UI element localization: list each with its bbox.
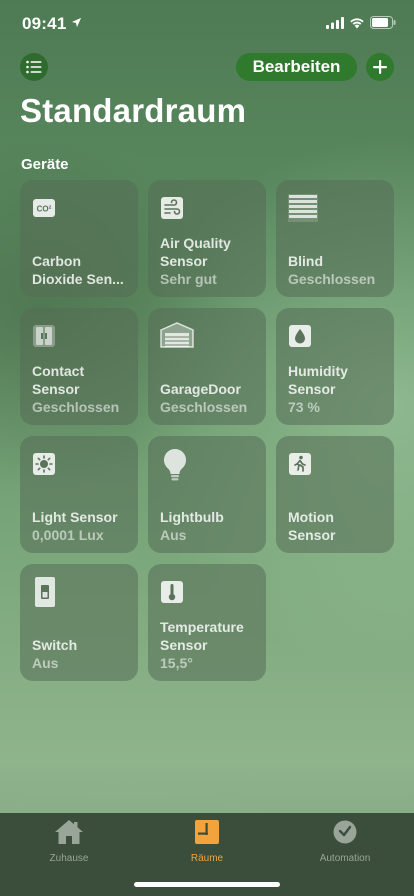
house-icon bbox=[55, 820, 83, 844]
device-tile-blind[interactable]: Blind Geschlossen bbox=[276, 180, 394, 297]
contact-sensor-icon bbox=[33, 325, 55, 347]
status-time: 09:41 bbox=[22, 14, 67, 33]
device-status: Sehr gut bbox=[160, 271, 217, 287]
tab-label: Räume bbox=[190, 853, 224, 864]
device-name: Temperature Sensor bbox=[160, 619, 244, 653]
air-quality-icon bbox=[161, 197, 183, 219]
light-sensor-icon bbox=[33, 453, 55, 475]
edit-button[interactable]: Bearbeiten bbox=[236, 53, 357, 81]
tab-home[interactable]: Zuhause bbox=[14, 819, 124, 864]
device-tile-contact-sensor[interactable]: Contact Sensor Geschlossen bbox=[20, 308, 138, 425]
device-status: Aus bbox=[32, 655, 59, 671]
tab-label: Zuhause bbox=[49, 853, 89, 864]
wifi-icon bbox=[350, 18, 364, 29]
device-name: Carbon Dioxide Sen... bbox=[32, 253, 124, 287]
device-status: Geschlossen bbox=[32, 399, 120, 415]
device-status: Geschlossen bbox=[288, 271, 376, 287]
switch-icon bbox=[35, 577, 55, 607]
status-bar: 09:41 bbox=[0, 0, 414, 48]
garage-door-icon bbox=[160, 322, 194, 348]
device-tile-motion-sensor[interactable]: Motion Sensor bbox=[276, 436, 394, 553]
lightbulb-icon bbox=[163, 449, 187, 481]
device-name: Air Quality Sensor bbox=[160, 235, 231, 269]
humidity-icon bbox=[289, 325, 311, 347]
tab-rooms[interactable]: Räume bbox=[152, 819, 262, 864]
rooms-icon bbox=[195, 820, 219, 844]
tab-label: Automation bbox=[319, 853, 371, 864]
device-tile-lightbulb[interactable]: Lightbulb Aus bbox=[148, 436, 266, 553]
device-tile-light-sensor[interactable]: Light Sensor 0,0001 Lux bbox=[20, 436, 138, 553]
device-name: Light Sensor bbox=[32, 509, 118, 525]
device-tile-air-quality[interactable]: Air Quality Sensor Sehr gut bbox=[148, 180, 266, 297]
motion-sensor-icon bbox=[289, 453, 311, 475]
device-status: Aus bbox=[160, 527, 187, 543]
location-arrow-icon bbox=[71, 17, 82, 28]
cellular-signal-icon bbox=[326, 17, 344, 29]
svg-text:CO²: CO² bbox=[37, 205, 52, 214]
device-tile-temperature-sensor[interactable]: Temperature Sensor 15,5° bbox=[148, 564, 266, 681]
device-tile-garage-door[interactable]: GarageDoor Geschlossen bbox=[148, 308, 266, 425]
room-list-button[interactable] bbox=[20, 53, 48, 81]
device-tile-switch[interactable]: Switch Aus bbox=[20, 564, 138, 681]
add-button[interactable] bbox=[366, 53, 394, 81]
device-name: Motion Sensor bbox=[288, 509, 336, 543]
battery-icon bbox=[370, 16, 396, 29]
automation-clock-icon bbox=[333, 820, 357, 844]
tab-automation[interactable]: Automation bbox=[290, 819, 400, 864]
device-status: 15,5° bbox=[160, 655, 193, 671]
device-name: Humidity Sensor bbox=[288, 363, 348, 397]
device-name: Lightbulb bbox=[160, 509, 224, 525]
section-title: Geräte bbox=[21, 156, 69, 173]
device-name: Switch bbox=[32, 637, 78, 653]
thermometer-icon bbox=[161, 581, 183, 603]
co2-icon: CO² bbox=[33, 199, 55, 217]
blind-icon bbox=[288, 194, 318, 222]
device-tile-carbon-dioxide[interactable]: CO² Carbon Dioxide Sen... bbox=[20, 180, 138, 297]
plus-icon bbox=[373, 60, 387, 74]
device-name: Blind bbox=[288, 253, 323, 269]
device-status: Geschlossen bbox=[160, 399, 248, 415]
device-name: Contact Sensor bbox=[32, 363, 85, 397]
list-icon bbox=[26, 60, 42, 74]
page-title: Standardraum bbox=[20, 92, 247, 129]
device-name: GarageDoor bbox=[160, 381, 241, 397]
device-status: 0,0001 Lux bbox=[32, 527, 104, 543]
home-indicator[interactable] bbox=[134, 882, 280, 887]
device-status: 73 % bbox=[288, 399, 320, 415]
device-tile-humidity-sensor[interactable]: Humidity Sensor 73 % bbox=[276, 308, 394, 425]
